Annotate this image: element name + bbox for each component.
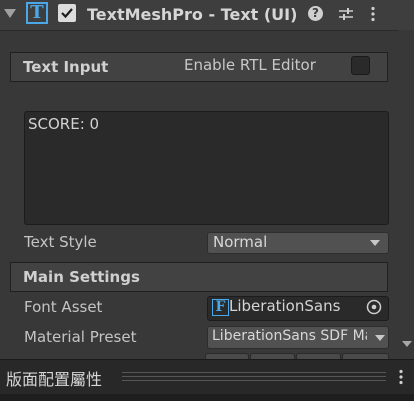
component-enabled-checkbox[interactable] xyxy=(58,4,76,22)
rtl-editor-checkbox[interactable] xyxy=(351,56,370,75)
scroll-down-arrow-icon[interactable] xyxy=(402,341,412,347)
bottom-panel-title: 版面配置屬性 xyxy=(6,370,103,389)
component-title: TextMeshPro - Text (UI) xyxy=(87,5,298,24)
presets-icon[interactable] xyxy=(338,6,354,26)
text-style-label: Text Style xyxy=(24,233,97,251)
panel-grip-line xyxy=(122,380,386,381)
text-input-value: SCORE: 0 xyxy=(28,115,100,133)
text-input-title: Text Input xyxy=(23,58,109,76)
object-picker-icon[interactable] xyxy=(365,298,383,320)
vertical-scrollbar[interactable] xyxy=(398,30,414,359)
panel-grip-line xyxy=(122,372,386,373)
panel-menu-icon[interactable] xyxy=(398,369,404,389)
help-icon[interactable]: ? xyxy=(308,6,323,21)
checkmark-icon xyxy=(61,8,73,19)
font-asset-label: Font Asset xyxy=(24,298,103,316)
rtl-editor-label: Enable RTL Editor xyxy=(184,56,316,74)
dropdown-arrow-icon xyxy=(375,335,385,341)
font-asset-value: LiberationSans xyxy=(229,297,341,315)
component-menu-icon[interactable] xyxy=(370,6,376,26)
foldout-arrow-icon[interactable] xyxy=(4,9,16,18)
text-style-value: Normal xyxy=(213,233,268,251)
footer-strip xyxy=(0,394,414,401)
dropdown-arrow-icon xyxy=(370,240,380,246)
textmeshpro-component-icon: T xyxy=(26,2,48,24)
material-preset-value: LiberationSans SDF Material xyxy=(212,328,367,344)
material-preset-label: Material Preset xyxy=(24,328,137,346)
main-settings-title: Main Settings xyxy=(23,268,140,286)
panel-grip-line xyxy=(122,376,386,377)
font-asset-icon: F xyxy=(212,299,229,316)
